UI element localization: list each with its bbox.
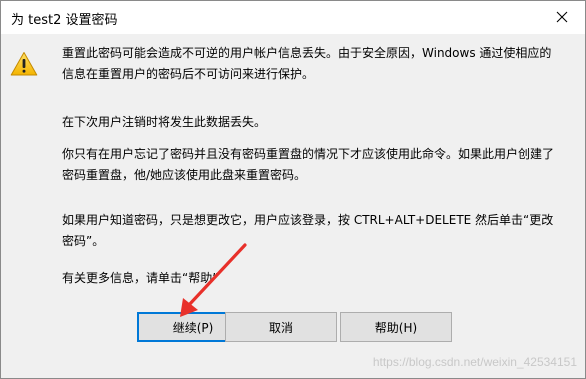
dialog-window: 为 test2 设置密码 重置此密码可能会造成不可逆的用户帐户信息丢失。由于安全… [0, 0, 586, 379]
close-button[interactable] [539, 1, 585, 32]
close-icon [556, 11, 568, 22]
help-info-paragraph: 有关更多信息，请单击“帮助” [62, 268, 562, 289]
watermark: https://blog.csdn.net/weixin_42534151 [372, 355, 577, 369]
data-loss-line: 在下次用户注销时将发生此数据丢失。 [62, 115, 267, 129]
change-password-paragraph: 如果用户知道密码，只是想更改它，用户应该登录，按 CTRL+ALT+DELETE… [62, 210, 562, 252]
change-password-line-2: 密码”。 [62, 234, 105, 248]
reset-disk-paragraph: 你只有在用户忘记了密码并且没有密码重置盘的情况下才应该使用此命令。如果此用户创建… [62, 144, 562, 186]
help-info-line: 有关更多信息，请单击“帮助” [62, 271, 219, 285]
warning-line-1: 重置此密码可能会造成不可逆的用户帐户信息丢失。由于安全原因，Windows 通过… [62, 46, 552, 60]
reset-disk-line-2: 密码重置盘，他/她应该使用此盘来重置密码。 [62, 168, 307, 182]
reset-disk-line-1: 你只有在用户忘记了密码并且没有密码重置盘的情况下才应该使用此命令。如果此用户创建… [62, 147, 555, 161]
window-title: 为 test2 设置密码 [11, 13, 118, 28]
cancel-button[interactable]: 取消 [225, 312, 337, 342]
warning-icon [10, 52, 38, 76]
data-loss-paragraph: 在下次用户注销时将发生此数据丢失。 [62, 112, 562, 133]
change-password-line-1: 如果用户知道密码，只是想更改它，用户应该登录，按 CTRL+ALT+DELETE… [62, 213, 554, 227]
title-bar: 为 test2 设置密码 [1, 1, 585, 34]
warning-paragraph: 重置此密码可能会造成不可逆的用户帐户信息丢失。由于安全原因，Windows 通过… [62, 43, 562, 85]
help-button[interactable]: 帮助(H) [340, 312, 452, 342]
warning-line-2: 信息在重置用户的密码后不可访问来进行保护。 [62, 67, 315, 81]
